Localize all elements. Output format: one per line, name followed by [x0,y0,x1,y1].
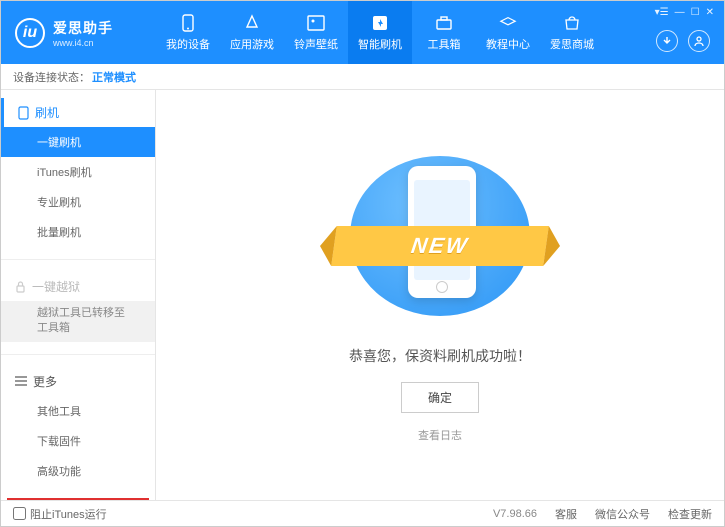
phone-icon [179,14,197,32]
ribbon-new: NEW [331,226,549,266]
nav-my-device[interactable]: 我的设备 [156,1,220,64]
status-bar: 设备连接状态： 正常模式 [1,64,724,90]
success-illustration: NEW [340,148,540,328]
sidebar-header-jailbreak: 一键越狱 [1,272,155,301]
lock-icon [15,280,26,293]
toolbox-icon [435,14,453,32]
flash-icon [371,14,389,32]
nav-apps-games[interactable]: 应用游戏 [220,1,284,64]
store-icon [563,14,581,32]
nav-smart-flash[interactable]: 智能刷机 [348,1,412,64]
graduation-icon [499,14,517,32]
app-logo: iu 爱思助手 www.i4.cn [1,1,156,64]
list-icon [15,376,27,386]
close-button[interactable]: ✕ [706,7,714,18]
image-icon [307,14,325,32]
nav-tutorials[interactable]: 教程中心 [476,1,540,64]
maximize-button[interactable]: ☐ [691,7,700,18]
footer-wechat[interactable]: 微信公众号 [595,506,650,522]
logo-icon: iu [15,18,45,48]
sidebar-item-oneclick-flash[interactable]: 一键刷机 [1,127,155,157]
sidebar-item-pro-flash[interactable]: 专业刷机 [1,187,155,217]
ok-button[interactable]: 确定 [401,382,479,413]
menu-icon[interactable]: ▾☰ [655,7,669,18]
sidebar-item-download-firmware[interactable]: 下载固件 [1,426,155,456]
sidebar-header-more[interactable]: 更多 [1,367,155,396]
sidebar-item-advanced[interactable]: 高级功能 [1,456,155,486]
logo-title: 爱思助手 [53,18,113,38]
success-message: 恭喜您，保资料刷机成功啦！ [349,346,531,366]
download-button[interactable] [656,30,678,52]
footer-check-update[interactable]: 检查更新 [668,506,712,522]
sidebar-item-itunes-flash[interactable]: iTunes刷机 [1,157,155,187]
status-mode: 正常模式 [92,69,136,85]
phone-small-icon [18,106,29,120]
version-label: V7.98.66 [493,508,537,520]
sidebar-item-other-tools[interactable]: 其他工具 [1,396,155,426]
minimize-button[interactable]: — [675,7,685,18]
sidebar-header-flash[interactable]: 刷机 [1,98,155,127]
sidebar-item-batch-flash[interactable]: 批量刷机 [1,217,155,247]
sidebar-jailbreak-note[interactable]: 越狱工具已转移至 工具箱 [1,301,155,342]
logo-subtitle: www.i4.cn [53,38,113,48]
nav-ringtones-wallpapers[interactable]: 铃声壁纸 [284,1,348,64]
checkbox-block-itunes[interactable]: 阻止iTunes运行 [13,506,107,522]
footer-support[interactable]: 客服 [555,506,577,522]
nav-store[interactable]: 爱思商城 [540,1,604,64]
user-button[interactable] [688,30,710,52]
nav-toolbox[interactable]: 工具箱 [412,1,476,64]
view-log-link[interactable]: 查看日志 [418,427,462,443]
appstore-icon [243,14,261,32]
status-label: 设备连接状态： [13,69,90,85]
